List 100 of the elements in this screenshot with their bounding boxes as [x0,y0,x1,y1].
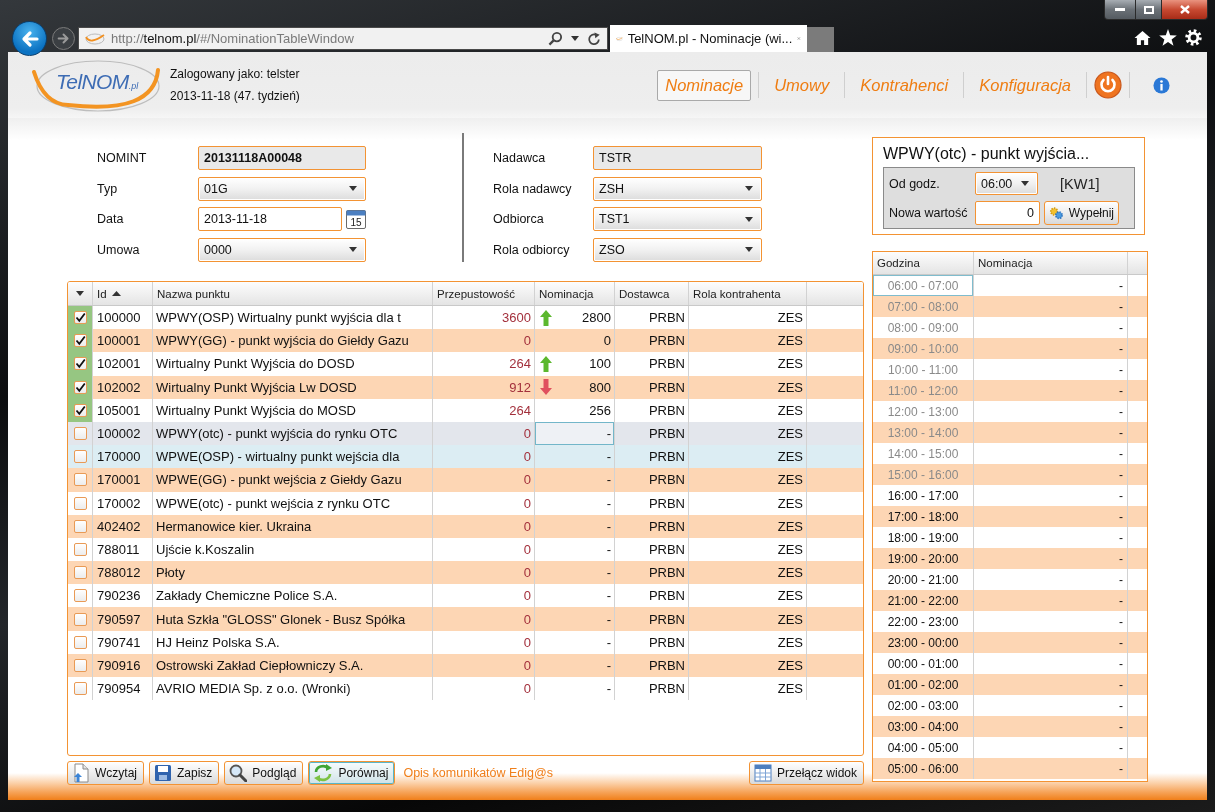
table-row[interactable]: 788012 Płoty 0 - PRBN ZES [68,561,863,585]
close-button[interactable] [1162,0,1208,20]
power-icon[interactable] [1094,71,1122,99]
checkbox[interactable] [73,380,87,394]
checkbox[interactable] [73,450,87,464]
checkbox[interactable] [73,473,87,487]
dropdown[interactable]: ZSO [593,237,762,262]
table-cell: PRBN [615,468,689,492]
action-button[interactable]: Porównaj [308,761,396,785]
search-icon[interactable] [548,31,563,46]
calendar-icon[interactable]: 15 [346,209,366,229]
dropdown[interactable]: 01G [198,176,366,201]
table-cell: HJ Heinz Polska S.A. [153,630,433,654]
table-cell: 790741 [93,630,153,654]
table-cell: 105001 [93,398,153,422]
table-cell: PRBN [615,352,689,376]
nomination-value: - [606,565,611,581]
maximize-icon [1143,5,1154,14]
table-row[interactable]: 790597 Huta Szkła "GLOSS" Glonek - Busz Spółka 0 - PRBN ZES [68,607,863,631]
dropdown[interactable]: ZSH [593,176,762,201]
column-header[interactable]: Nominacja [535,282,615,305]
nomination-value: 800 [589,379,611,395]
table-cell: - [974,758,1128,779]
arrow-up-icon [540,309,552,326]
checkbox[interactable] [73,635,87,649]
text-field[interactable]: 20131118A00048 [198,146,366,170]
table-cell: ZES [689,491,807,515]
nomination-value: - [606,681,611,697]
date-field[interactable]: 2013-11-18 [198,207,342,231]
minimize-button[interactable] [1104,0,1136,20]
star-icon[interactable] [1159,29,1177,46]
nomination-value: - [606,426,611,442]
checkbox[interactable] [73,658,87,672]
panel-title: WPWY(otc) - punkt wyjścia... [883,144,1091,164]
dropdown[interactable]: TST1 [593,207,762,231]
action-button[interactable]: Wczytaj [67,761,144,785]
table-cell: 790597 [93,607,153,631]
checkmark-icon [74,358,86,370]
dropdown[interactable]: 0000 [198,237,366,262]
action-button[interactable]: Podgląd [224,761,304,785]
nomination-value: 0 [603,333,611,349]
table-row[interactable]: 402402 Hermanowice kier. Ukraina 0 - PRBN ZES [68,514,863,538]
table-row[interactable]: 790916 Ostrowski Zakład Ciepłowniczy S.A. 0 - PRBN ZES [68,653,863,677]
table-row[interactable]: 100002 WPWY(otc) - punkt wyjścia do rynku OTC 0 - PRBN ZES [68,421,863,446]
info-icon[interactable] [1153,76,1170,94]
document-upload-icon [72,763,90,783]
maximize-button[interactable] [1136,0,1162,20]
fill-button[interactable]: Wypełnij [1044,201,1119,225]
table-cell[interactable]: 05:00 - 06:00 [873,758,974,779]
checkbox[interactable] [73,566,87,580]
code-text: [KW1] [1060,175,1100,192]
field-label: Nowa wartość [889,206,969,220]
checkbox[interactable] [73,403,87,417]
settings-icon[interactable] [1185,29,1202,46]
checkbox[interactable] [73,542,87,556]
table-row[interactable]: 170001 WPWE(GG) - punkt wejścia z Giełdy Gazu 0 - PRBN ZES [68,468,863,492]
caret-icon [745,247,753,252]
column-header[interactable]: Przepustowość [433,282,535,305]
table-cell: 170002 [93,491,153,515]
column-header[interactable]: Nazwa punktu [153,282,433,305]
table-row[interactable]: 102002 Wirtualny Punkt Wyjścia Lw DOSD 912 800 PRBN ZES [68,375,863,399]
checkbox[interactable] [73,357,87,371]
login-text: Zalogowany jako: telster [170,67,300,81]
url-field[interactable]: http://telnom.pl/#/NominationTableWindow [111,31,542,46]
table-row[interactable]: 100001 WPWY(GG) - punkt wyjścia do Giełdy Gazu 0 0 PRBN ZES [68,329,863,353]
column-header[interactable]: Godzina [873,252,974,274]
column-header[interactable]: Dostawca [615,282,689,305]
column-header[interactable]: Id [93,282,153,305]
browser-tab[interactable]: TelNOM.pl - Nominacje (wi... [610,25,807,52]
table-row[interactable]: 170000 WPWE(OSP) - wirtualny punkt wejścia dla 0 - PRBN ZES [68,445,863,469]
nomination-value: 256 [589,402,611,418]
home-icon[interactable] [1134,29,1151,46]
text-field[interactable]: TSTR [593,146,762,170]
forward-button[interactable] [52,27,75,50]
checkbox[interactable] [73,612,87,626]
table-cell: Hermanowice kier. Ukraina [153,514,433,538]
checkbox[interactable] [73,427,87,441]
value-field[interactable]: 0 [975,201,1040,225]
nomination-value: - [606,588,611,604]
switch-view-button[interactable]: Przełącz widok [748,761,864,785]
back-button[interactable] [12,21,47,56]
checkbox[interactable] [73,682,87,696]
address-bar[interactable]: http://telnom.pl/#/NominationTableWindow [78,27,608,50]
checkbox[interactable] [73,334,87,348]
refresh-icon[interactable] [587,31,601,46]
checkbox[interactable] [73,496,87,510]
table-cell: 264 [433,398,535,422]
table-cell: PRBN [615,607,689,631]
column-header[interactable]: Rola kontrahenta [689,282,807,305]
forward-arrow-icon [57,32,70,45]
action-button[interactable]: Zapisz [149,761,220,785]
nomination-value: 100 [589,356,611,372]
dropdown[interactable]: 06:00 [975,172,1038,195]
table-cell: ZES [689,514,807,538]
checkbox[interactable] [73,519,87,533]
table-cell: ZES [689,468,807,492]
caret-icon [571,36,579,41]
checkbox[interactable] [73,311,87,325]
column-header[interactable]: Nominacja [974,252,1128,274]
checkbox[interactable] [73,589,87,603]
